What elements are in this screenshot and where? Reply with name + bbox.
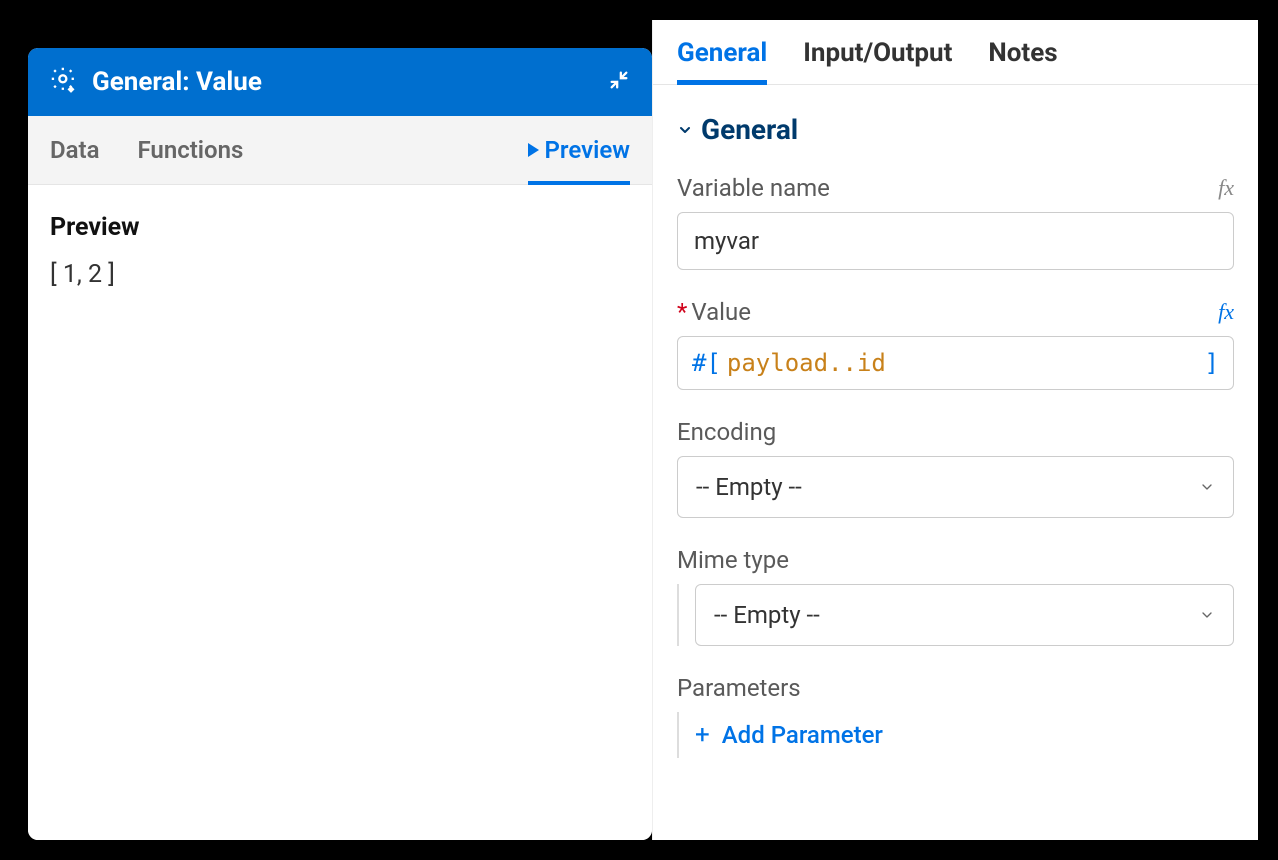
card-body: Preview [ 1, 2 ] <box>28 185 652 840</box>
mime-type-select[interactable]: -- Empty -- <box>695 584 1234 646</box>
field-variable-name: Variable name fx <box>677 174 1234 270</box>
expr-close-bracket: ] <box>1205 349 1219 377</box>
preview-value: [ 1, 2 ] <box>50 260 630 289</box>
add-parameter-label: Add Parameter <box>722 721 883 749</box>
encoding-label: Encoding <box>677 418 776 446</box>
section-toggle-general[interactable]: General <box>677 113 1234 146</box>
expr-body: payload..id <box>727 349 1199 377</box>
mime-type-label: Mime type <box>677 546 789 574</box>
tab-general[interactable]: General <box>677 38 767 84</box>
tab-preview[interactable]: Preview <box>528 116 630 184</box>
chevron-down-icon <box>677 122 693 138</box>
chevron-down-icon <box>1199 479 1215 495</box>
encoding-selected-value: -- Empty -- <box>696 473 802 501</box>
preview-heading: Preview <box>50 213 630 242</box>
play-icon <box>528 143 539 157</box>
value-expression-input[interactable]: #[ payload..id ] <box>677 336 1234 390</box>
tab-preview-label: Preview <box>545 136 630 164</box>
field-value: *Value fx #[ payload..id ] <box>677 298 1234 390</box>
chevron-down-icon <box>1199 607 1215 623</box>
variable-name-input[interactable] <box>677 212 1234 270</box>
right-tabs: General Input/Output Notes <box>653 20 1258 85</box>
variable-name-label: Variable name <box>677 174 830 202</box>
card-tabs: Data Functions Preview <box>28 116 652 185</box>
left-panel: General: Value Data Functions Preview Pr… <box>20 20 652 840</box>
card-title: General: Value <box>92 67 594 97</box>
tab-input-output[interactable]: Input/Output <box>803 38 952 84</box>
required-indicator: * <box>677 298 687 326</box>
fx-toggle-value[interactable]: fx <box>1218 299 1234 325</box>
mime-type-selected-value: -- Empty -- <box>714 601 820 629</box>
collapse-icon[interactable] <box>608 69 630 95</box>
right-content: General Variable name fx *Value fx <box>653 85 1258 840</box>
section-title: General <box>701 113 798 146</box>
field-parameters: Parameters + Add Parameter <box>677 674 1234 758</box>
value-label: *Value <box>677 298 751 326</box>
parameters-label: Parameters <box>677 674 801 702</box>
preview-card: General: Value Data Functions Preview Pr… <box>28 48 652 840</box>
field-encoding: Encoding -- Empty -- <box>677 418 1234 518</box>
gear-edit-icon <box>50 66 78 98</box>
card-header: General: Value <box>28 48 652 116</box>
fx-toggle-variable-name[interactable]: fx <box>1218 175 1234 201</box>
tab-notes[interactable]: Notes <box>988 38 1057 84</box>
expr-open-bracket: #[ <box>692 349 721 377</box>
field-mime-type: Mime type -- Empty -- <box>677 546 1234 646</box>
right-panel: General Input/Output Notes General Varia… <box>652 20 1258 840</box>
tab-data[interactable]: Data <box>50 116 99 184</box>
tab-functions[interactable]: Functions <box>137 116 243 184</box>
plus-icon: + <box>695 720 710 750</box>
encoding-select[interactable]: -- Empty -- <box>677 456 1234 518</box>
add-parameter-button[interactable]: + Add Parameter <box>695 712 1234 758</box>
